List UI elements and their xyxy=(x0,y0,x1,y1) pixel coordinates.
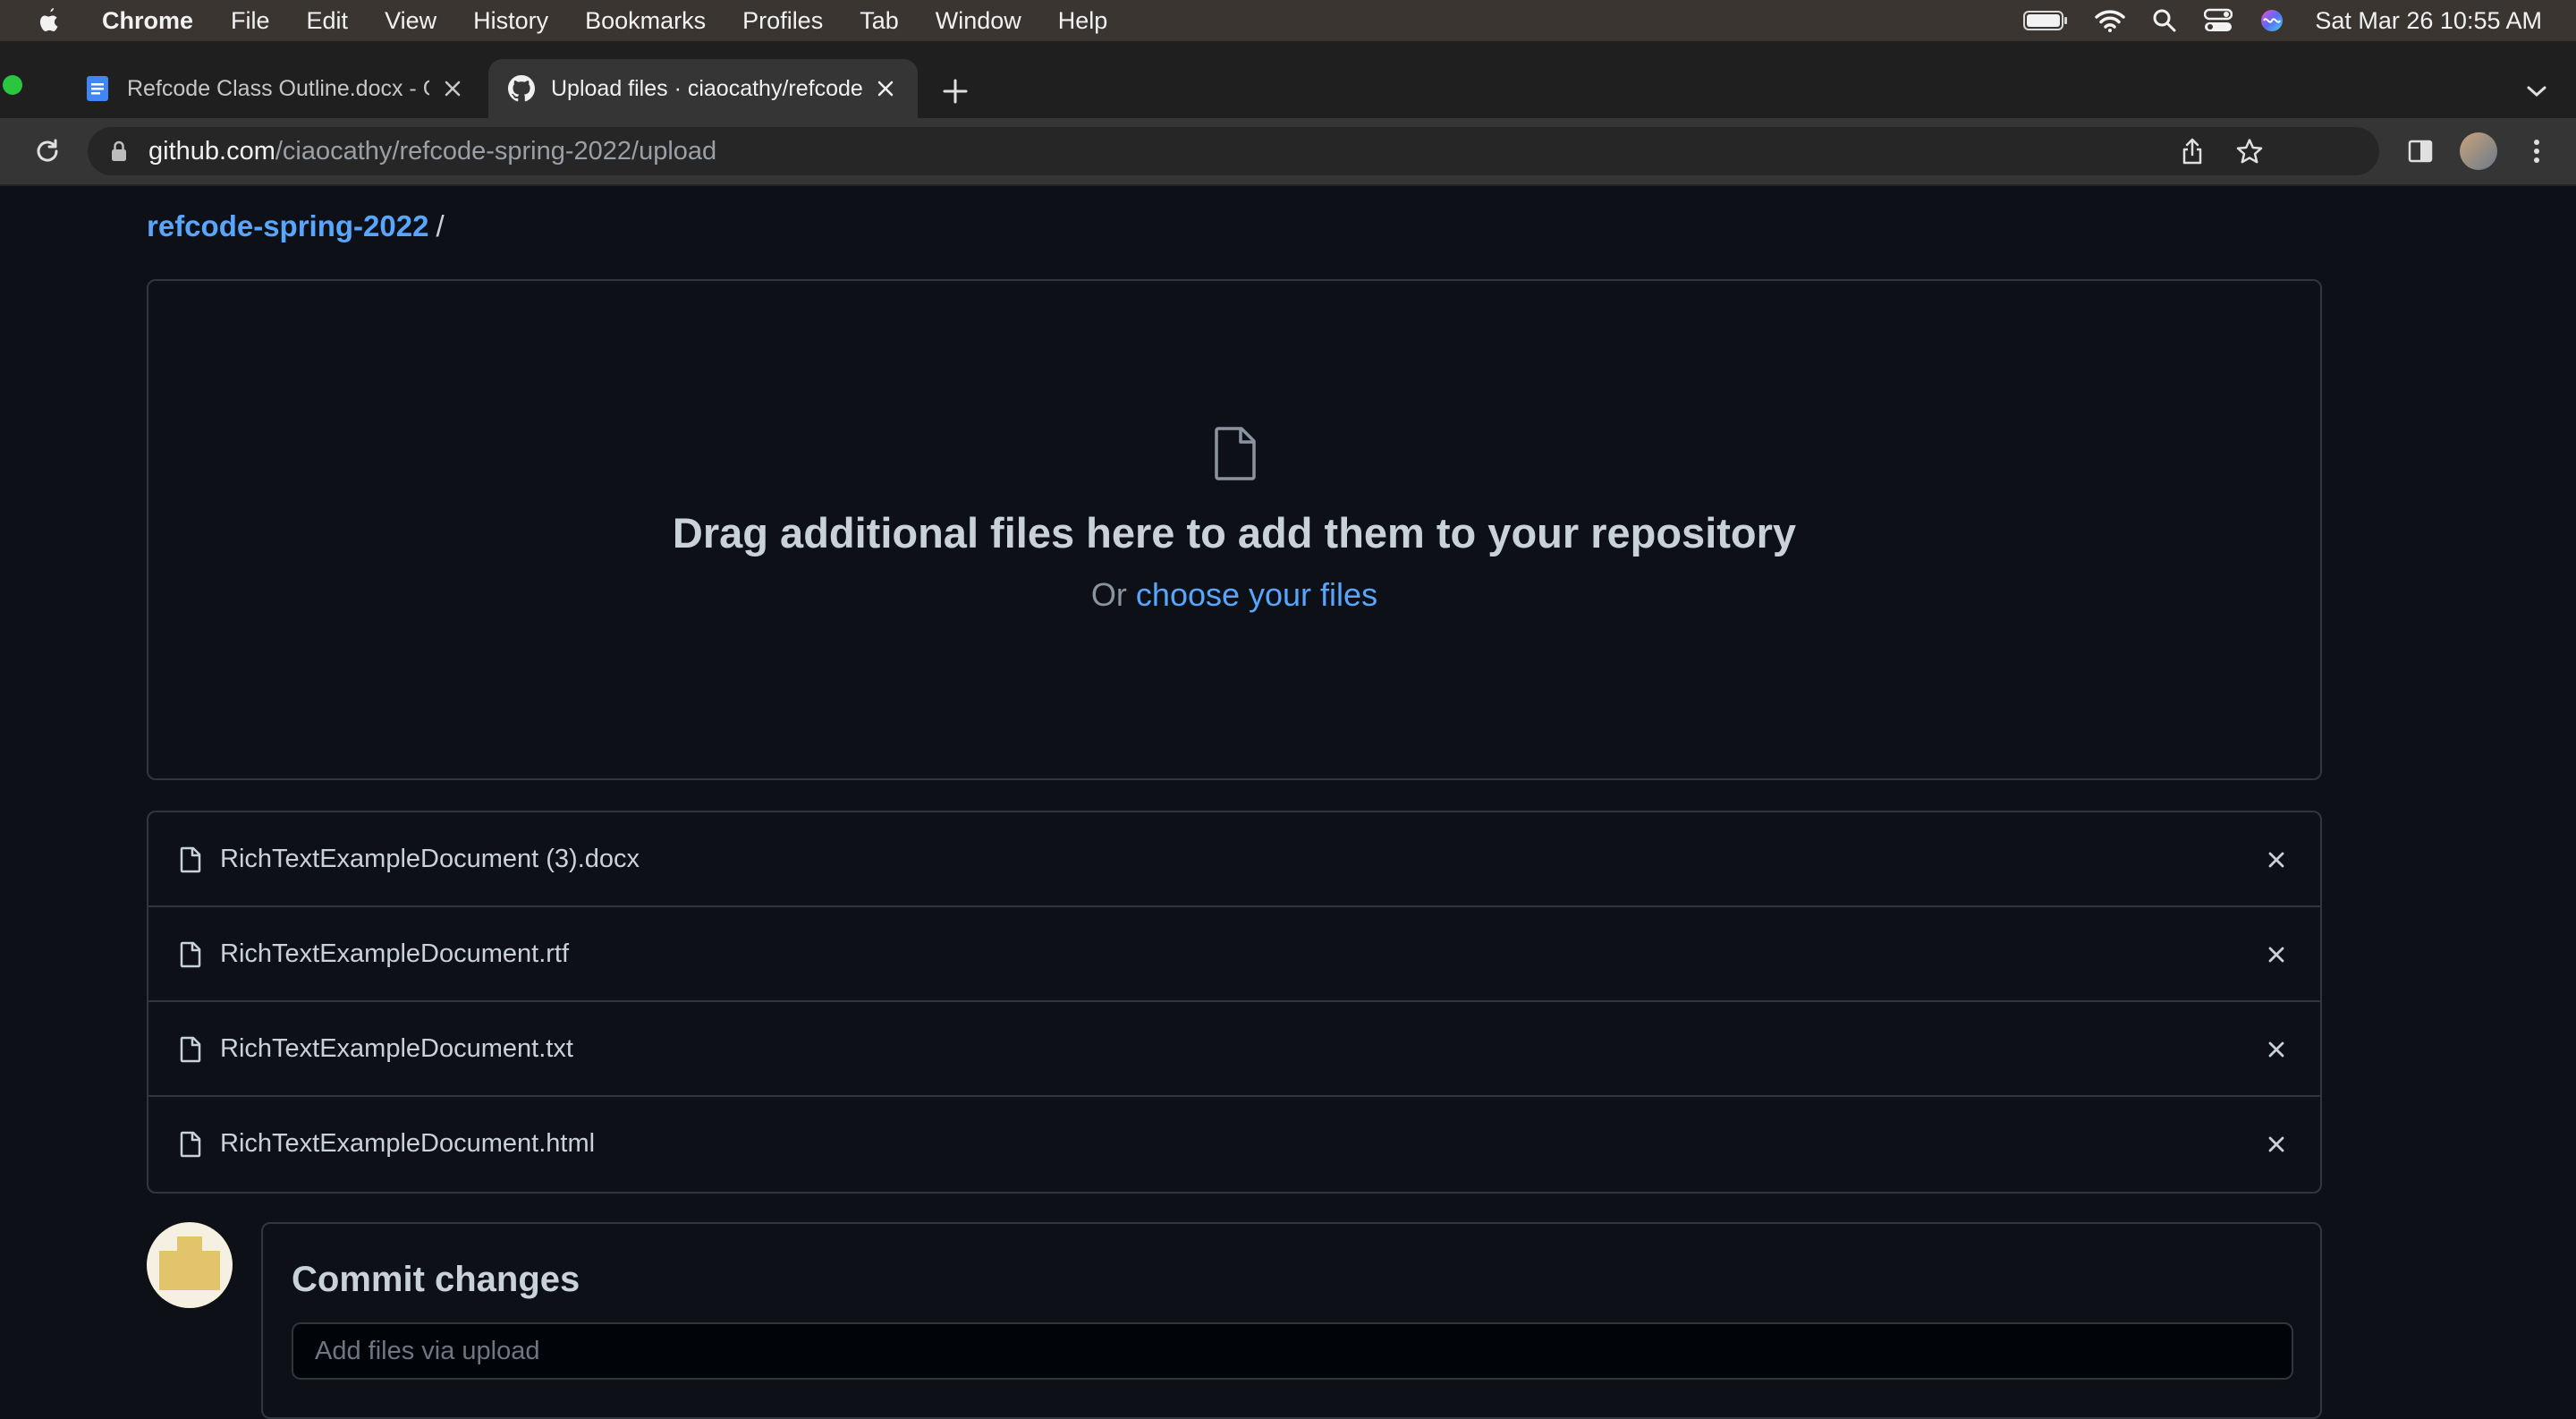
menu-view[interactable]: View xyxy=(385,7,436,35)
tab-search-chevron-down-icon[interactable] xyxy=(2522,77,2551,106)
menu-bookmarks[interactable]: Bookmarks xyxy=(585,7,706,35)
file-icon xyxy=(180,941,201,968)
macos-menu-bar: Chrome File Edit View History Bookmarks … xyxy=(0,0,2576,41)
commit-changes-title: Commit changes xyxy=(292,1260,580,1299)
tab-upload-files[interactable]: Upload files · ciaocathy/refcode xyxy=(488,59,918,118)
user-avatar[interactable] xyxy=(147,1222,233,1308)
remove-file-close-icon[interactable] xyxy=(2263,1036,2290,1063)
file-icon xyxy=(1215,427,1256,480)
menu-help[interactable]: Help xyxy=(1058,7,1108,35)
menu-bar-status-area: Sat Mar 26 10:55 AM xyxy=(1996,0,2542,41)
close-tab-icon[interactable] xyxy=(440,76,465,101)
menu-bar-clock[interactable]: Sat Mar 26 10:55 AM xyxy=(2315,7,2542,35)
menu-window[interactable]: Window xyxy=(936,7,1021,35)
remove-file-close-icon[interactable] xyxy=(2263,846,2290,873)
file-name: RichTextExampleDocument.rtf xyxy=(220,939,570,968)
lock-icon[interactable] xyxy=(107,140,131,163)
file-row: RichTextExampleDocument (3).docx xyxy=(148,812,2320,907)
menu-history[interactable]: History xyxy=(473,7,548,35)
choose-files-link[interactable]: choose your files xyxy=(1136,576,1377,613)
battery-icon[interactable] xyxy=(2023,10,2068,31)
spotlight-search-icon[interactable] xyxy=(2152,8,2177,33)
profile-avatar[interactable] xyxy=(2460,132,2497,170)
reload-icon[interactable] xyxy=(30,134,64,168)
new-tab-plus-icon[interactable] xyxy=(937,73,973,109)
remove-file-close-icon[interactable] xyxy=(2263,1131,2290,1158)
file-icon xyxy=(180,1131,201,1158)
file-row: RichTextExampleDocument.rtf xyxy=(148,907,2320,1002)
file-drop-zone[interactable]: Drag additional files here to add them t… xyxy=(147,279,2322,780)
tab-title: Refcode Class Outline.docx - G xyxy=(127,75,429,101)
file-name: RichTextExampleDocument.txt xyxy=(220,1034,573,1063)
drop-zone-headline: Drag additional files here to add them t… xyxy=(672,509,1797,557)
url-host: github.com xyxy=(148,136,275,166)
drop-zone-subline: Or choose your files xyxy=(148,576,2320,614)
file-icon xyxy=(180,846,201,873)
menu-app-name[interactable]: Chrome xyxy=(102,7,193,35)
github-icon xyxy=(508,75,535,102)
close-tab-icon[interactable] xyxy=(873,76,898,101)
uploaded-file-list: RichTextExampleDocument (3).docx RichTex… xyxy=(147,811,2322,1194)
window-zoom-button[interactable] xyxy=(3,75,22,95)
browser-toolbar: github.com/ciaocathy/refcode-spring-2022… xyxy=(0,118,2576,186)
tab-title: Upload files · ciaocathy/refcode xyxy=(551,75,862,101)
share-icon[interactable] xyxy=(2179,138,2206,165)
menu-tab[interactable]: Tab xyxy=(860,7,899,35)
apple-icon[interactable] xyxy=(34,5,64,36)
bookmark-star-icon[interactable] xyxy=(2236,138,2263,165)
file-icon xyxy=(180,1036,201,1063)
file-name: RichTextExampleDocument (3).docx xyxy=(220,845,640,873)
url-path: /ciaocathy/refcode-spring-2022/upload xyxy=(275,136,717,166)
commit-changes-panel: Commit changes xyxy=(261,1222,2322,1419)
tab-refcode-class-outline[interactable]: Refcode Class Outline.docx - G xyxy=(64,59,485,118)
google-docs-icon xyxy=(84,75,111,102)
drop-zone-prefix: Or xyxy=(1090,576,1136,613)
browser-tab-strip: Refcode Class Outline.docx - G Upload fi… xyxy=(0,41,2576,118)
side-panel-icon[interactable] xyxy=(2404,135,2436,167)
breadcrumb-separator: / xyxy=(436,209,445,242)
menu-profiles[interactable]: Profiles xyxy=(742,7,823,35)
remove-file-close-icon[interactable] xyxy=(2263,941,2290,968)
menu-file[interactable]: File xyxy=(231,7,270,35)
control-center-icon[interactable] xyxy=(2204,8,2233,33)
file-name: RichTextExampleDocument.html xyxy=(220,1129,596,1158)
chrome-menu-kebab-icon[interactable] xyxy=(2521,135,2553,167)
siri-icon[interactable] xyxy=(2259,8,2284,33)
file-row: RichTextExampleDocument.txt xyxy=(148,1002,2320,1097)
address-bar[interactable]: github.com/ciaocathy/refcode-spring-2022… xyxy=(88,127,2379,175)
breadcrumb-repo-link[interactable]: refcode-spring-2022 xyxy=(147,209,428,242)
breadcrumb: refcode-spring-2022/ xyxy=(147,209,445,243)
wifi-icon[interactable] xyxy=(2095,9,2126,32)
commit-message-input[interactable] xyxy=(292,1322,2293,1380)
menu-edit[interactable]: Edit xyxy=(307,7,349,35)
file-row: RichTextExampleDocument.html xyxy=(148,1097,2320,1192)
